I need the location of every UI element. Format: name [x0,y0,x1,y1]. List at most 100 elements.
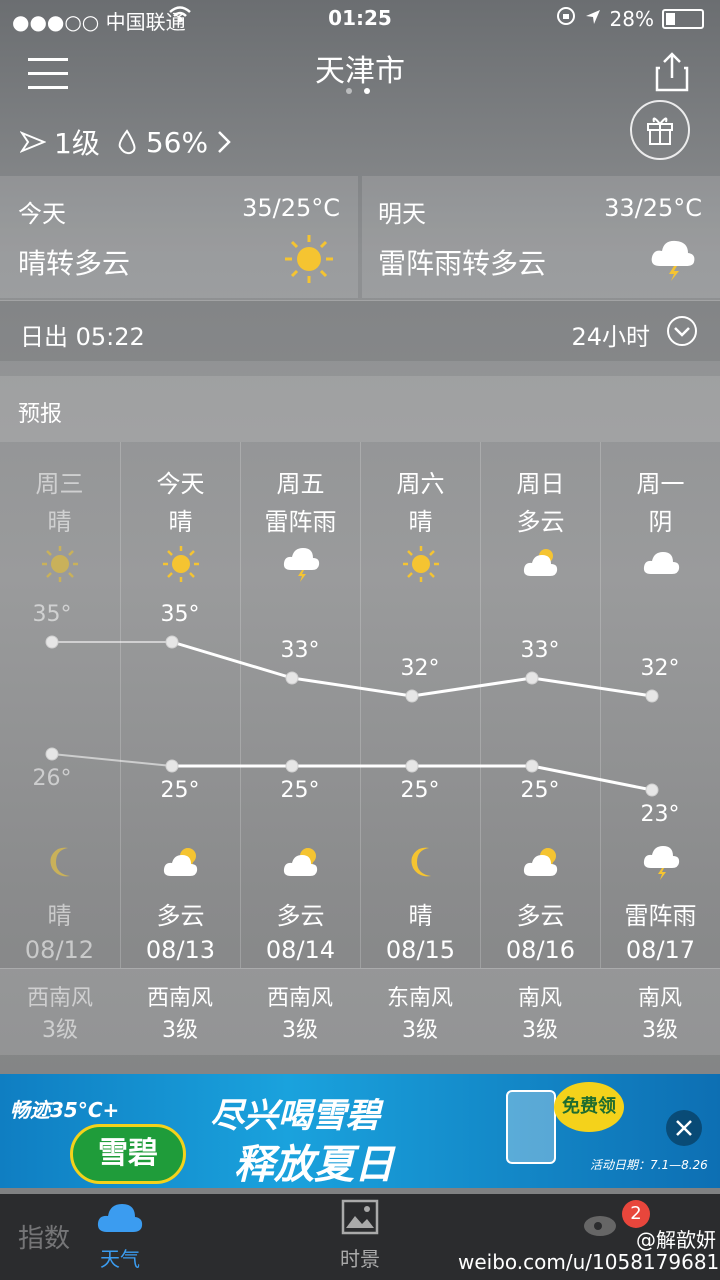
ad-date: 活动日期：7.1—8.26 [590,1158,708,1172]
tomorrow-panel[interactable]: 明天 33/25°C 雷阵雨转多云 [362,176,720,298]
low-temp-label: 23° [640,802,680,827]
thunder-cloud-icon [283,548,320,582]
forecast-day-column: 周五 雷阵雨 多云 08/14 [240,442,360,968]
low-temp-label: 25° [400,778,440,803]
status-right: 28% [556,6,704,31]
hourly-toggle-label[interactable]: 24小时 [571,317,650,352]
high-temp-label: 32° [640,656,680,681]
forecast-header: 预报 [0,376,720,442]
ad-headline-1: 尽兴喝雪碧 [210,1096,380,1136]
ad-brand-logo: 雪碧 [70,1124,186,1184]
humidity-icon [118,129,136,155]
high-temp-label: 35° [32,602,72,627]
cloud-icon [643,552,680,574]
date-label: 08/14 [265,936,336,964]
date-label: 08/15 [385,936,456,964]
low-temp-label: 25° [280,778,320,803]
wind-row: 西南风 3级 西南风 3级 西南风 3级 东南风 3级 南风 3级 南风 3级 [0,968,720,1055]
wind-cell: 南风 3级 [600,983,720,1047]
weekday-label: 周三 [35,470,84,498]
day-weather-label: 雷阵雨 [264,508,337,536]
sunrise-text: 日出 05:22 [20,323,145,351]
low-temp-label: 25° [520,778,560,803]
battery-percent: 28% [609,6,654,31]
gift-button[interactable] [630,100,690,160]
night-weather-label: 多云 [516,902,565,930]
forecast-day-column: 今天 晴 多云 08/13 [120,442,240,968]
high-temp-label: 32° [400,656,440,681]
moon-cloud-icon [523,848,558,876]
sun-icon [285,235,333,283]
ad-close-button[interactable] [666,1110,702,1146]
wind-level: 3级 [642,1018,678,1043]
today-condition: 晴转多云 [18,247,131,280]
wind-level: 3级 [162,1018,198,1043]
night-weather-label: 多云 [276,902,325,930]
weekday-label: 周五 [276,470,325,498]
ad-banner[interactable]: 畅迹35°C+ 雪碧 尽兴喝雪碧 释放夏日 免费领 活动日期：7.1—8.26 [0,1074,720,1188]
sun-icon [163,546,199,582]
wind-cell: 西南风 3级 [120,983,240,1047]
humidity-value: 56% [145,125,209,159]
sun-icon [403,546,439,582]
moon-icon [50,847,70,877]
night-weather-label: 晴 [408,902,433,930]
forecast-day-column: 周三 晴 晴 08/12 [0,442,119,968]
forecast-day-column: 周日 多云 多云 08/16 [480,442,600,968]
wind-cell: 西南风 3级 [0,983,120,1047]
wind-level: 1级 [54,127,100,160]
low-temp-label: 26° [32,766,72,791]
sun-icon [42,546,78,582]
date-label: 08/17 [625,936,696,964]
night-weather-label: 多云 [156,902,205,930]
weekday-label: 今天 [156,470,205,498]
night-weather-label: 雷阵雨 [624,902,697,930]
lock-rotation-icon [556,6,576,31]
today-panel[interactable]: 今天 35/25°C 晴转多云 [0,176,358,298]
date-label: 08/16 [505,936,576,964]
wind-direction: 西南风 [266,986,333,1011]
date-label: 08/13 [145,936,216,964]
watermark-url: weibo.com/u/1058179681 [458,1250,720,1274]
city-title: 天津市 [315,54,405,89]
ad-free-badge: 免费领 [554,1082,624,1132]
date-label: 08/12 [24,936,95,964]
weibo-icon [582,1208,622,1242]
tab-bar: 指数 天气 时景 2 @解歆妍 weibo.com/u/1058179681 [0,1194,720,1280]
ad-cup-image [506,1090,556,1164]
forecast-day-column: 周一 阴 雷阵雨 08/17 [600,442,720,968]
tomorrow-temp: 33/25°C [604,194,702,222]
today-temp: 35/25°C [242,194,340,222]
moon-cloud-icon [163,848,198,876]
watermark-handle: @解歆妍 [636,1228,716,1252]
weekday-label: 周六 [396,470,445,498]
share-button[interactable] [654,52,690,92]
chevron-down-icon[interactable] [666,315,698,347]
sun-cloud-icon [523,549,558,576]
tab-scene[interactable]: 时景 [300,1198,420,1272]
high-temp-label: 35° [160,602,200,627]
wind-direction: 西南风 [26,986,93,1011]
day-weather-label: 阴 [648,508,673,536]
tab-scene-label: 时景 [340,1247,380,1271]
tab-weather[interactable]: 天气 [60,1198,180,1272]
wind-direction-icon [20,131,46,153]
ad-headline-2: 释放夏日 [234,1142,394,1188]
tomorrow-condition: 雷阵雨转多云 [378,247,547,280]
wind-level: 3级 [522,1018,558,1043]
forecast-day-column: 周六 晴 晴 08/15 [360,442,480,968]
day-weather-label: 晴 [47,508,72,536]
weekday-label: 周一 [636,470,685,498]
high-temp-label: 33° [280,638,320,663]
page-dots [346,88,370,94]
status-bar: ●●●○○ 中国联通 01:25 28% [0,0,720,38]
wind-level: 3级 [282,1018,318,1043]
wind-direction: 东南风 [386,986,453,1011]
location-icon [584,7,602,31]
wind-cell: 南风 3级 [480,983,600,1047]
wind-level: 3级 [402,1018,438,1043]
wind-cell: 东南风 3级 [360,983,480,1047]
weekday-label: 周日 [516,470,565,498]
wind-humidity-row[interactable]: 1级 56% [20,122,232,162]
low-temp-label: 25° [160,778,200,803]
